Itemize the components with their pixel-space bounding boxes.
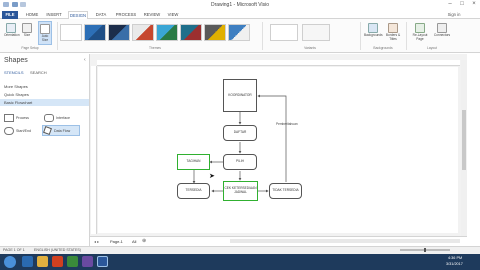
horizontal-ruler [97, 60, 460, 66]
orientation-icon [6, 23, 16, 33]
tab-process[interactable]: PROCESS [114, 11, 138, 19]
tab-review[interactable]: REVIEW [142, 11, 162, 19]
visio-logo-icon [3, 2, 9, 7]
size-icon [22, 23, 32, 33]
page-tab-all[interactable]: All [132, 239, 136, 244]
backgrounds-button[interactable]: Backgrounds [364, 21, 383, 45]
node-daftar[interactable]: DAFTAR [223, 125, 257, 141]
relayout-icon [415, 23, 425, 33]
theme-office[interactable] [60, 24, 82, 41]
shape-label: Start/End [16, 129, 31, 133]
tab-design[interactable]: DESIGN [68, 11, 88, 19]
onenote-icon[interactable] [82, 256, 93, 267]
ribbon: Orientation Size Auto Size Page Setup Th… [0, 19, 480, 53]
node-tagihan[interactable]: TAGIHAN [177, 154, 210, 170]
stencil-basic-flowchart[interactable]: Basic Flowchart [0, 99, 89, 106]
tab-search[interactable]: SEARCH [30, 70, 47, 75]
size-button[interactable]: Size [20, 21, 34, 45]
zoom-thumb[interactable] [424, 248, 426, 252]
ribbon-divider [406, 22, 407, 50]
theme-light-blue[interactable] [228, 24, 250, 41]
node-tersedia[interactable]: TERSEDIA [177, 183, 210, 199]
arrow-label: Pemberitahuan [276, 122, 298, 126]
process-shape-icon[interactable] [4, 114, 14, 122]
group-backgrounds: Backgrounds [373, 46, 393, 50]
theme-gray[interactable] [204, 24, 226, 41]
sign-in-link[interactable]: Sign in [444, 11, 464, 19]
windows-taskbar: 4:36 PM 3/31/2017 [0, 254, 480, 270]
interface-shape-icon[interactable] [44, 114, 54, 122]
tab-home[interactable]: HOME [24, 11, 40, 19]
drawing-page[interactable] [98, 67, 458, 233]
chrome-icon[interactable] [67, 256, 78, 267]
group-variants: Variants [304, 46, 316, 50]
shape-label: Process [16, 116, 29, 120]
tab-stencils[interactable]: STENCILS [4, 70, 24, 75]
clock-date: 3/31/2017 [446, 262, 463, 266]
borders-icon [388, 23, 398, 33]
status-page: PAGE 1 OF 1 [3, 248, 25, 252]
start-end-shape-icon[interactable] [4, 127, 14, 135]
variant-1[interactable] [270, 24, 298, 41]
mouse-cursor-icon: ➤ [209, 173, 215, 180]
ribbon-divider [360, 22, 361, 50]
ribbon-divider [262, 22, 263, 50]
group-page-setup: Page Setup [21, 46, 39, 50]
collapse-icon[interactable]: ‹ [84, 57, 86, 63]
page-nav-icon[interactable]: ◂ ▸ [94, 239, 99, 244]
status-language: ENGLISH (UNITED STATES) [34, 248, 81, 252]
group-layout: Layout [427, 46, 437, 50]
minimize-icon[interactable]: – [444, 1, 456, 8]
ribbon-divider [57, 22, 58, 50]
theme-blue[interactable] [84, 24, 106, 41]
shape-label: Data Flow [54, 129, 71, 133]
media-player-icon[interactable] [52, 256, 63, 267]
auto-size-icon [40, 24, 50, 34]
tab-file[interactable]: FILE [2, 11, 18, 19]
undo-icon[interactable] [20, 2, 26, 7]
theme-dark[interactable] [108, 24, 130, 41]
title-bar: Drawing1 - Microsoft Visio – □ × [0, 0, 480, 10]
page-tab-1[interactable]: Page-1 [110, 239, 123, 244]
tab-insert[interactable]: INSERT [45, 11, 63, 19]
connectors-icon [437, 23, 447, 33]
clock-time: 4:36 PM [448, 256, 463, 260]
tab-view[interactable]: VIEW [166, 11, 180, 19]
close-icon[interactable]: × [468, 1, 480, 8]
node-pilih[interactable]: PILIH [223, 154, 257, 170]
window-title: Drawing1 - Microsoft Visio [211, 2, 269, 8]
shape-label: Interface [56, 116, 70, 120]
borders-titles-button[interactable]: Borders & Titles [384, 21, 402, 45]
group-themes: Themes [149, 46, 161, 50]
node-cek-ketersediaan[interactable]: CEK KETERSEDIAAN JADWAL [223, 181, 258, 201]
connectors-button[interactable]: Connectors [432, 21, 452, 45]
shapes-pane: Shapes ‹ STENCILS SEARCH More Shapes Qui… [0, 54, 90, 246]
horizontal-scrollbar[interactable] [230, 239, 460, 243]
ribbon-tabs: FILE HOME INSERT DESIGN DATA PROCESS REV… [0, 10, 480, 19]
relayout-button[interactable]: Re-Layout Page [410, 21, 430, 45]
start-button-icon[interactable] [4, 256, 16, 268]
maximize-icon[interactable]: □ [456, 1, 468, 8]
vertical-scroll-thumb[interactable] [462, 110, 466, 170]
backgrounds-icon [368, 23, 378, 33]
vertical-ruler [91, 66, 97, 234]
theme-orange[interactable] [132, 24, 154, 41]
orientation-button[interactable]: Orientation [4, 21, 20, 45]
auto-size-button[interactable]: Auto Size [38, 21, 52, 45]
explorer-icon[interactable] [37, 256, 48, 267]
save-icon[interactable] [12, 2, 18, 7]
theme-green[interactable] [156, 24, 178, 41]
shapes-title: Shapes [4, 57, 28, 64]
node-koordinator[interactable]: KOORDINATOR [223, 79, 257, 112]
add-page-icon[interactable]: ⊕ [142, 238, 146, 244]
status-bar: PAGE 1 OF 1 ENGLISH (UNITED STATES) [0, 246, 480, 254]
stencil-quick-shapes[interactable]: Quick Shapes [0, 91, 89, 98]
tab-data[interactable]: DATA [94, 11, 108, 19]
visio-taskbar-icon[interactable] [97, 256, 108, 267]
ie-icon[interactable] [22, 256, 33, 267]
stencil-more-shapes[interactable]: More Shapes [0, 83, 89, 90]
theme-teal[interactable] [180, 24, 202, 41]
node-tidak-tersedia[interactable]: TIDAK TERSEDIA [269, 183, 302, 199]
variant-2[interactable] [302, 24, 330, 41]
